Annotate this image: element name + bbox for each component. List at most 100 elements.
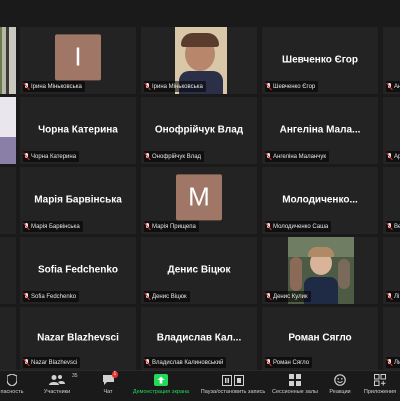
participant-tile[interactable] [0,307,16,370]
participant-name: Sofia Fedchenko [37,263,118,275]
participant-video [0,27,16,94]
meeting-toolbar: пасность 35 Участники 1 Чат Демонстрация… [0,370,400,401]
participants-label: Участники [43,389,71,395]
reactions-label: Реакции [329,389,351,395]
share-screen-button[interactable]: Демонстрация экрана [128,373,194,401]
participant-tile[interactable]: Ли [383,307,400,370]
participant-caption: Ар [386,151,400,162]
participant-name: Владислав Кал... [156,331,242,343]
participant-tile[interactable]: Молодиченко... Молодиченко Саша [262,167,378,234]
participant-name: Денис Віцюк [167,263,231,275]
video-tile[interactable] [0,97,16,164]
participant-caption: Ли [386,357,400,368]
participant-caption: Ірина Міньковська [23,81,85,92]
mic-muted-icon [24,359,29,366]
chat-button[interactable]: 1 Чат [96,371,120,401]
participant-name: Nazar Blazhevsci [37,331,119,343]
security-label: пасность [0,389,24,395]
participant-caption: Чорна Катерина [23,151,80,162]
participant-caption: Sofia Fedchenko [23,291,80,302]
participant-tile[interactable]: Владислав Кал... Владислав Калиновський [141,307,257,370]
participant-name: Марія Барвінська [34,193,122,205]
chat-label: Чат [103,389,113,395]
reactions-button[interactable]: Реакции [326,373,354,401]
participant-caption: Денис Кулик [265,291,311,302]
pause-stop-icon [222,374,244,386]
participant-tile[interactable]: Sofia Fedchenko Sofia Fedchenko [20,237,136,304]
pause-record-label: Пауза/остановить запись [200,389,266,395]
participant-caption: Шевченко Єгор [265,81,319,92]
participant-tile[interactable]: Nazar Blazhevsci Nazar Blazhevsci [20,307,136,370]
participant-tile[interactable]: Денис Віцюк Денис Віцюк [141,237,257,304]
gallery-grid: I Ірина Міньковська Ірина Міньковська Ше… [0,0,400,370]
mic-muted-icon [266,153,271,160]
security-button[interactable]: пасность [0,373,26,401]
mic-muted-icon [145,83,150,90]
participant-name: Ангеліна Мала... [279,123,361,135]
apps-label: Приложения [363,389,397,395]
share-screen-icon [154,374,168,386]
participant-caption: Марія Барвінська [23,221,83,232]
participant-tile[interactable]: Роман Сягло Роман Сягло [262,307,378,370]
participant-caption: Ан [386,81,400,92]
participant-tile[interactable]: Чорна Катерина Чорна Катерина [20,97,136,164]
smiley-icon [334,374,346,386]
participant-avatar: I [55,33,101,80]
participant-caption: Ірина Міньковська [144,81,206,92]
apps-button[interactable]: Приложения [360,373,400,401]
participant-caption: Лі [386,291,400,302]
mic-muted-icon [387,223,392,230]
participant-name: Шевченко Єгор [282,53,358,65]
video-tile[interactable] [0,27,16,94]
mic-muted-icon [266,293,271,300]
mic-muted-icon [24,153,29,160]
mic-muted-icon [24,83,29,90]
participant-tile[interactable] [0,167,16,234]
chat-badge: 1 [111,371,119,378]
participant-tile[interactable]: Ангеліна Мала... Ангеліна Маланчук [262,97,378,164]
breakout-rooms-button[interactable]: Сессионные залы [270,373,320,401]
participant-tile[interactable]: Ан [383,27,400,94]
participant-caption: Ангеліна Маланчук [265,151,329,162]
shield-icon [7,374,17,386]
mic-muted-icon [145,223,150,230]
video-tile[interactable]: Ірина Міньковська [141,27,257,94]
participant-caption: Онофрійчук Влад [144,151,205,162]
participants-count: 35 [72,373,78,379]
mic-muted-icon [387,359,392,366]
participant-tile[interactable]: Шевченко Єгор Шевченко Єгор [262,27,378,94]
mic-muted-icon [145,293,150,300]
participant-video [0,97,16,164]
mic-muted-icon [266,359,271,366]
pause-record-button[interactable]: Пауза/остановить запись [198,373,268,401]
participant-tile[interactable]: Ар [383,97,400,164]
participant-tile[interactable]: Лі [383,237,400,304]
participant-caption: Владислав Калиновський [144,357,227,368]
mic-muted-icon [266,83,271,90]
participant-caption: Ве [386,221,400,232]
participant-tile[interactable]: Ве [383,167,400,234]
mic-muted-icon [387,153,392,160]
mic-muted-icon [387,293,392,300]
mic-muted-icon [387,83,392,90]
video-tile[interactable]: Денис Кулик [262,237,378,304]
breakout-rooms-icon [289,374,301,386]
participant-caption: Молодиченко Саша [265,221,332,232]
participant-avatar: M [176,173,222,220]
participant-tile[interactable]: Онофрійчук Влад Онофрійчук Влад [141,97,257,164]
breakout-rooms-label: Сессионные залы [271,389,319,395]
mic-muted-icon [266,223,271,230]
mic-muted-icon [145,153,150,160]
participants-button[interactable]: 35 Участники [40,373,78,401]
participant-name: Роман Сягло [288,331,352,343]
participants-icon [49,375,65,385]
participant-name: Молодиченко... [282,193,358,205]
participant-name: Онофрійчук Влад [154,123,244,135]
participant-tile[interactable]: I Ірина Міньковська [20,27,136,94]
participant-name: Чорна Катерина [38,123,118,135]
participant-tile[interactable] [0,237,16,304]
participant-tile[interactable]: Марія Барвінська Марія Барвінська [20,167,136,234]
participant-caption: Денис Віцюк [144,291,190,302]
participant-tile[interactable]: M Марія Прищепа [141,167,257,234]
participant-caption: Роман Сягло [265,357,313,368]
